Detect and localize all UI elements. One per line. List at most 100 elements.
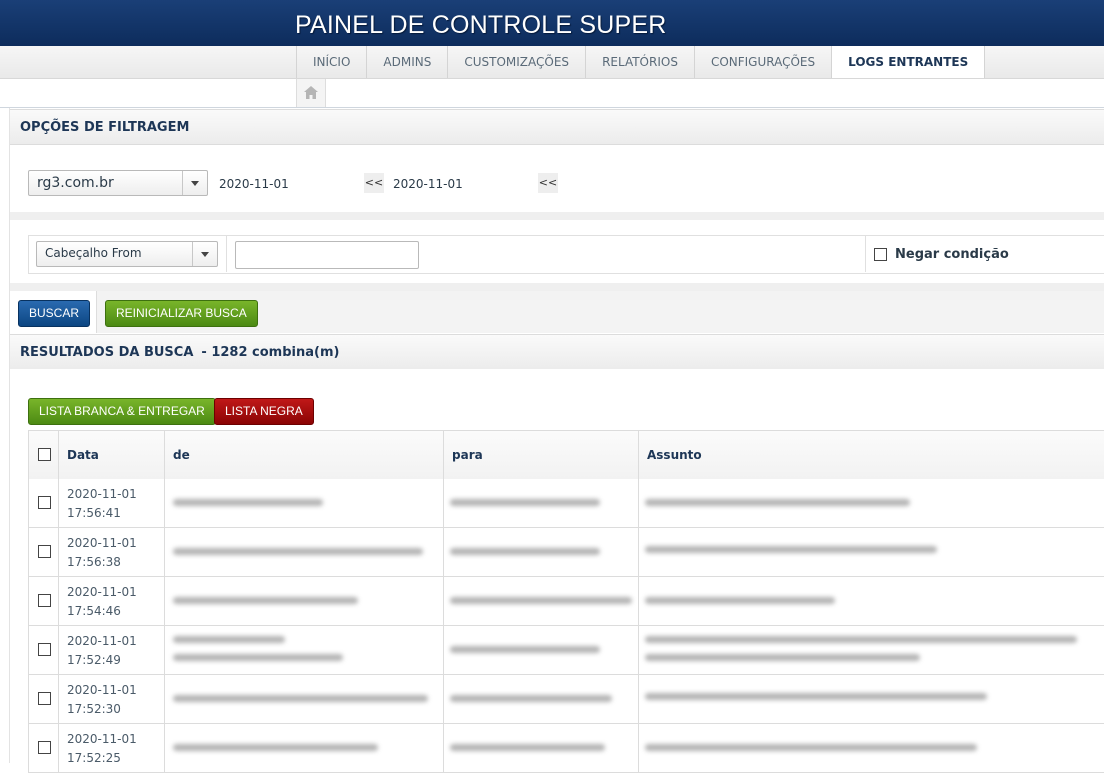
table-row[interactable]: 2020-11-01 17:56:38 [28,528,1104,577]
divider [58,430,59,773]
row-time: 17:52:49 [67,653,121,667]
row-datetime: 2020-11-01 17:56:38 [67,534,137,572]
column-header-assunto[interactable]: Assunto [647,448,702,462]
app-header: PAINEL DE CONTROLE SUPER [0,0,1104,46]
redacted-subject [645,744,977,751]
domain-select-value: rg3.com.br [37,175,114,191]
row-date: 2020-11-01 [67,732,137,746]
row-date: 2020-11-01 [67,487,137,501]
date-from[interactable]: 2020-11-01 [219,177,289,191]
divider [226,236,227,272]
redacted-sender [173,636,285,643]
row-datetime: 2020-11-01 17:52:49 [67,632,137,670]
reset-search-button[interactable]: REINICIALIZAR BUSCA [105,300,258,327]
redacted-recipient [450,597,632,604]
whitelist-deliver-button[interactable]: LISTA BRANCA & ENTREGAR [28,398,216,425]
row-date: 2020-11-01 [67,585,137,599]
row-checkbox[interactable] [38,692,51,705]
results-title: RESULTADOS DA BUSCA [20,345,194,360]
row-time: 17:56:38 [67,555,121,569]
row-checkbox[interactable] [38,741,51,754]
row-date: 2020-11-01 [67,683,137,697]
row-date: 2020-11-01 [67,634,137,648]
tab-relatorios[interactable]: RELATÓRIOS [586,46,695,78]
tab-inicio[interactable]: INÍCIO [297,46,368,78]
redacted-recipient [450,646,600,653]
row-datetime: 2020-11-01 17:52:30 [67,681,137,719]
select-all-checkbox[interactable] [38,448,51,461]
row-datetime: 2020-11-01 17:56:41 [67,485,137,523]
divider [10,212,1104,220]
row-checkbox[interactable] [38,496,51,509]
column-header-data[interactable]: Data [67,448,99,462]
table-row[interactable]: 2020-11-01 17:52:25 [28,724,1104,773]
redacted-subject [645,499,910,506]
redacted-recipient [450,744,605,751]
table-row[interactable]: 2020-11-01 17:56:41 [28,479,1104,528]
condition-field-value: Cabeçalho From [45,246,142,260]
results-heading: RESULTADOS DA BUSCA - 1282 combina(m) [20,345,339,360]
row-checkbox[interactable] [38,643,51,656]
tab-logs-entrantes[interactable]: LOGS ENTRANTES [832,46,986,78]
column-header-para[interactable]: para [452,448,483,462]
redacted-subject [645,693,987,700]
divider [28,430,29,773]
divider [638,430,639,773]
row-time: 17:52:30 [67,702,121,716]
results-section-header: RESULTADOS DA BUSCA - 1282 combina(m) [10,334,1104,370]
column-header-de[interactable]: de [173,448,190,462]
row-time: 17:52:25 [67,751,121,765]
blacklist-button[interactable]: LISTA NEGRA [214,398,314,425]
row-datetime: 2020-11-01 17:52:25 [67,730,137,768]
date-to-picker-button[interactable]: << [538,173,558,193]
tab-customizacoes[interactable]: CUSTOMIZAÇÕES [448,46,587,78]
redacted-sender [173,744,378,751]
redacted-subject [645,636,1077,643]
home-icon [304,86,318,99]
home-button[interactable] [296,79,326,107]
redacted-subject [645,546,937,553]
row-time: 17:54:46 [67,604,121,618]
condition-field-select[interactable]: Cabeçalho From [36,241,218,267]
divider [443,430,444,773]
domain-select[interactable]: rg3.com.br [28,170,208,196]
redacted-subject [645,654,920,661]
row-checkbox[interactable] [38,594,51,607]
table-row[interactable]: 2020-11-01 17:52:49 [28,626,1104,675]
table-header: Data de para Assunto [28,430,1104,481]
chevron-down-icon [192,242,217,266]
divider [164,430,165,773]
redacted-sender [173,695,428,702]
row-date: 2020-11-01 [67,536,137,550]
filter-section-header: OPÇÕES DE FILTRAGEM [10,109,1104,145]
negate-label: Negar condição [895,247,1009,262]
condition-value-input[interactable] [235,241,419,269]
left-gutter [0,108,10,763]
tab-configuracoes[interactable]: CONFIGURAÇÕES [695,46,833,78]
main-nav: INÍCIO ADMINS CUSTOMIZAÇÕES RELATÓRIOS C… [0,46,1104,79]
redacted-sender [173,597,358,604]
tab-admins[interactable]: ADMINS [367,46,449,78]
table-row[interactable]: 2020-11-01 17:52:30 [28,675,1104,724]
row-checkbox[interactable] [38,545,51,558]
date-from-picker-button[interactable]: << [364,173,384,193]
redacted-sender [173,499,323,506]
redacted-recipient [450,548,600,555]
date-to[interactable]: 2020-11-01 [393,177,463,191]
results-count: - 1282 combina(m) [201,345,340,360]
filter-title: OPÇÕES DE FILTRAGEM [20,120,190,135]
negate-checkbox[interactable] [874,248,887,261]
divider [865,236,866,272]
divider [10,283,1104,291]
redacted-recipient [450,499,600,506]
redacted-recipient [450,695,612,702]
redacted-subject [645,597,835,604]
sub-nav [0,79,1104,108]
redacted-sender [173,548,423,555]
table-row[interactable]: 2020-11-01 17:54:46 [28,577,1104,626]
row-datetime: 2020-11-01 17:54:46 [67,583,137,621]
redacted-sender [173,654,343,661]
row-time: 17:56:41 [67,506,121,520]
app-title: PAINEL DE CONTROLE SUPER [295,11,667,39]
search-button[interactable]: BUSCAR [18,300,91,327]
